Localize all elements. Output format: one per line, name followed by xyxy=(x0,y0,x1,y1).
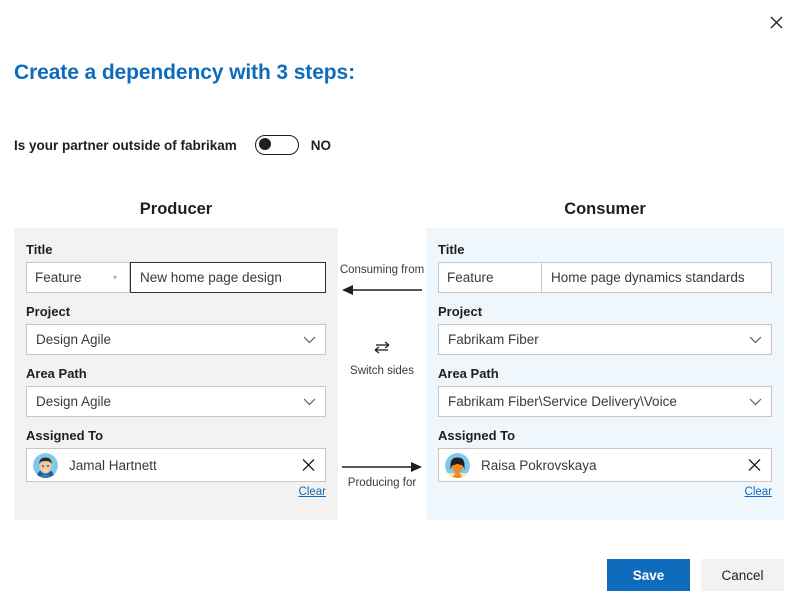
consumer-work-item-type-select[interactable]: Feature xyxy=(438,262,542,293)
partner-outside-org-toggle[interactable] xyxy=(254,135,299,155)
chevron-down-icon xyxy=(749,398,762,406)
chevron-down-icon xyxy=(303,398,316,406)
consumer-project-field: Project Fabrikam Fiber xyxy=(438,304,772,355)
consumer-panel: Title Feature Home page dynamics standar… xyxy=(426,228,784,520)
consumer-assigned-to-value: Raisa Pokrovskaya xyxy=(481,457,597,473)
clear-assigned-to-icon[interactable] xyxy=(302,459,315,472)
consumer-area-path-field: Area Path Fabrikam Fiber\Service Deliver… xyxy=(438,366,772,417)
producer-panel: Title Feature ▾ New home page design Pro… xyxy=(14,228,338,520)
close-icon xyxy=(770,16,783,29)
consumer-title-label: Title xyxy=(438,242,465,257)
producer-assigned-to-input[interactable]: Jamal Hartnett xyxy=(26,448,326,482)
producer-project-select[interactable]: Design Agile xyxy=(26,324,326,355)
producer-title-field: Title Feature ▾ New home page design xyxy=(26,242,326,293)
consuming-from-label: Consuming from xyxy=(339,264,425,276)
producing-for-arrow-icon xyxy=(342,460,422,474)
producer-project-value: Design Agile xyxy=(36,332,112,347)
avatar xyxy=(445,452,470,478)
producer-project-field: Project Design Agile xyxy=(26,304,326,355)
save-button[interactable]: Save xyxy=(607,559,690,591)
producer-assigned-to-label: Assigned To xyxy=(26,428,104,443)
producer-area-path-value: Design Agile xyxy=(36,394,112,409)
producer-area-path-select[interactable]: Design Agile xyxy=(26,386,326,417)
chevron-down-icon xyxy=(749,336,762,344)
relationship-column: Consuming from Switch sides Producing fo… xyxy=(338,228,426,520)
partner-outside-org-row: Is your partner outside of fabrikam NO xyxy=(14,133,331,157)
producer-heading: Producer xyxy=(139,200,213,218)
producer-assigned-to-field: Assigned To Jamal Hartnett Clear xyxy=(26,428,326,498)
consumer-clear-link[interactable]: Clear xyxy=(438,486,772,498)
consuming-from-arrow-icon xyxy=(342,283,422,297)
consumer-assigned-to-field: Assigned To Raisa Pokrovskaya Clear xyxy=(438,428,772,498)
consumer-area-path-select[interactable]: Fabrikam Fiber\Service Delivery\Voice xyxy=(438,386,772,417)
producer-title-label: Title xyxy=(26,242,53,257)
producer-clear-link[interactable]: Clear xyxy=(26,486,326,498)
producer-project-label: Project xyxy=(26,304,71,319)
clear-assigned-to-icon[interactable] xyxy=(748,459,761,472)
consumer-area-path-label: Area Path xyxy=(438,366,499,381)
consumer-title-input[interactable]: Home page dynamics standards xyxy=(542,262,772,293)
producer-area-path-field: Area Path Design Agile xyxy=(26,366,326,417)
page-title: Create a dependency with 3 steps: xyxy=(14,61,355,84)
close-dialog-button[interactable] xyxy=(760,6,792,38)
producer-area-path-label: Area Path xyxy=(26,366,87,381)
consumer-assigned-to-label: Assigned To xyxy=(438,428,516,443)
consumer-area-path-value: Fabrikam Fiber\Service Delivery\Voice xyxy=(448,394,677,409)
cancel-button[interactable]: Cancel xyxy=(701,559,784,591)
producer-assigned-to-value: Jamal Hartnett xyxy=(69,457,157,473)
consumer-project-label: Project xyxy=(438,304,483,319)
chevron-down-icon: ▾ xyxy=(112,273,117,282)
partner-outside-org-label: Is your partner outside of fabrikam xyxy=(14,137,237,153)
consumer-work-item-type-value: Feature xyxy=(447,270,494,285)
producing-for-label: Producing for xyxy=(347,477,417,489)
consumer-assigned-to-input[interactable]: Raisa Pokrovskaya xyxy=(438,448,772,482)
avatar xyxy=(33,452,58,478)
producer-title-input[interactable]: New home page design xyxy=(130,262,326,293)
toggle-state-label: NO xyxy=(310,137,332,153)
consumer-title-field: Title Feature Home page dynamics standar… xyxy=(438,242,772,293)
switch-sides-label[interactable]: Switch sides xyxy=(338,365,426,377)
consumer-project-value: Fabrikam Fiber xyxy=(448,332,539,347)
consumer-heading: Consumer xyxy=(564,200,646,218)
toggle-knob xyxy=(258,138,271,150)
producer-work-item-type-value: Feature xyxy=(35,270,82,285)
chevron-down-icon xyxy=(303,336,316,344)
producer-title-value: New home page design xyxy=(140,270,282,285)
consumer-title-value: Home page dynamics standards xyxy=(551,270,745,285)
producer-work-item-type-select[interactable]: Feature ▾ xyxy=(26,262,130,293)
consumer-project-select[interactable]: Fabrikam Fiber xyxy=(438,324,772,355)
switch-sides-button[interactable] xyxy=(338,340,426,359)
dialog-footer: Save Cancel xyxy=(607,559,784,591)
